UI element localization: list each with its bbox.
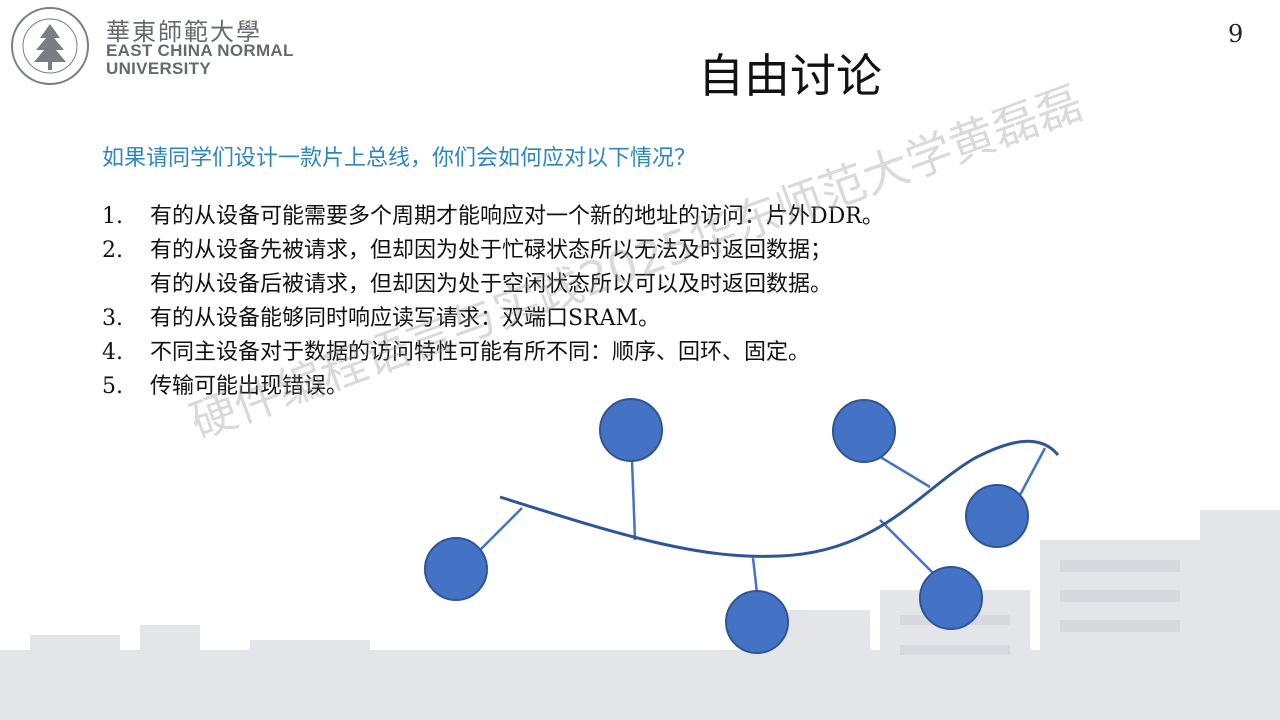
list-item-number: 4. [102,340,123,365]
slide-title: 自由讨论 [698,49,882,103]
list-item-number: 3. [102,306,123,331]
campus-skyline-background [0,510,1280,720]
list-item-number: 5. [102,374,123,399]
list-item-number: 2. [102,238,123,263]
discussion-question: 如果请同学们设计一款片上总线，你们会如何应对以下情况？ [102,146,697,171]
list-item-number: 1. [102,204,123,229]
